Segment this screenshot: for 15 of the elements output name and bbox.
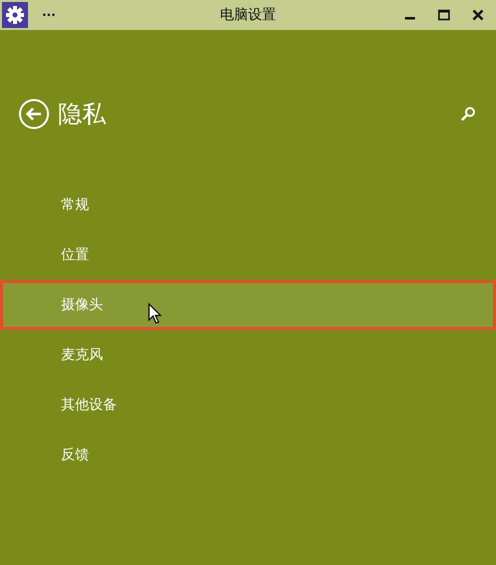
gear-icon[interactable] (2, 2, 28, 28)
back-icon[interactable] (18, 98, 50, 130)
nav-item[interactable]: 位置 (0, 230, 496, 280)
search-icon[interactable] (460, 106, 476, 122)
cursor-icon (148, 303, 162, 325)
menu-glyph[interactable]: ··· (42, 8, 56, 22)
nav-item[interactable]: 其他设备 (0, 380, 496, 430)
maximize-icon[interactable] (438, 9, 450, 21)
nav-item[interactable]: 麦克风 (0, 330, 496, 380)
nav-item[interactable]: 反馈 (0, 430, 496, 480)
nav-item[interactable]: 摄像头 (0, 280, 496, 330)
window-title: 电脑设置 (220, 6, 276, 24)
close-icon[interactable] (472, 9, 484, 21)
nav-item[interactable]: 常规 (0, 180, 496, 230)
page-title: 隐私 (58, 99, 106, 130)
